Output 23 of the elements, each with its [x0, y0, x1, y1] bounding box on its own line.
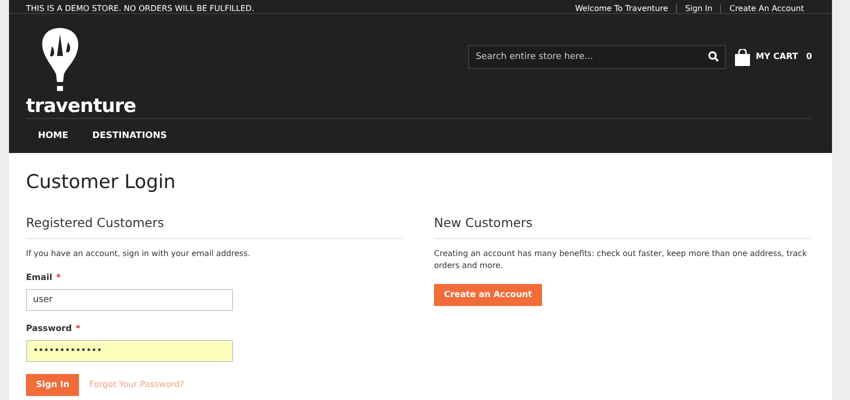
required-mark: *: [76, 324, 80, 334]
search-field[interactable]: Search entire store here...: [468, 45, 726, 69]
nav-link[interactable]: DESTINATIONS: [80, 131, 179, 141]
header-link[interactable]: Create An Account: [720, 4, 812, 13]
section-title: Registered Customers: [26, 215, 404, 239]
section-title: New Customers: [434, 215, 812, 239]
cart-count: 0: [806, 52, 812, 62]
input-field[interactable]: user: [26, 289, 233, 311]
logo-wordmark[interactable]: traventure: [26, 96, 136, 116]
shopping-bag-icon[interactable]: [734, 48, 751, 66]
required-mark: *: [56, 273, 61, 283]
cart-label[interactable]: MY CART: [756, 52, 798, 62]
header-link[interactable]: Sign In: [676, 4, 720, 13]
page-title: Customer Login: [26, 171, 177, 193]
search-icon[interactable]: [708, 51, 719, 62]
login-intro: If you have an account, sign in with your email address.: [26, 248, 252, 260]
demo-notice: THIS IS A DEMO STORE. NO ORDERS WILL BE FULFILLED.: [26, 4, 254, 13]
field-label: Email: [26, 273, 52, 283]
header-link[interactable]: Welcome To Traventure: [567, 4, 676, 13]
input-field[interactable]: •••••••••••••: [26, 340, 233, 362]
field-label: Password: [26, 324, 72, 334]
benefits-text: Creating an account has many benefits: check out faster, keep more than one address, track orders and more.: [434, 248, 808, 272]
nav-link[interactable]: HOME: [26, 131, 80, 141]
